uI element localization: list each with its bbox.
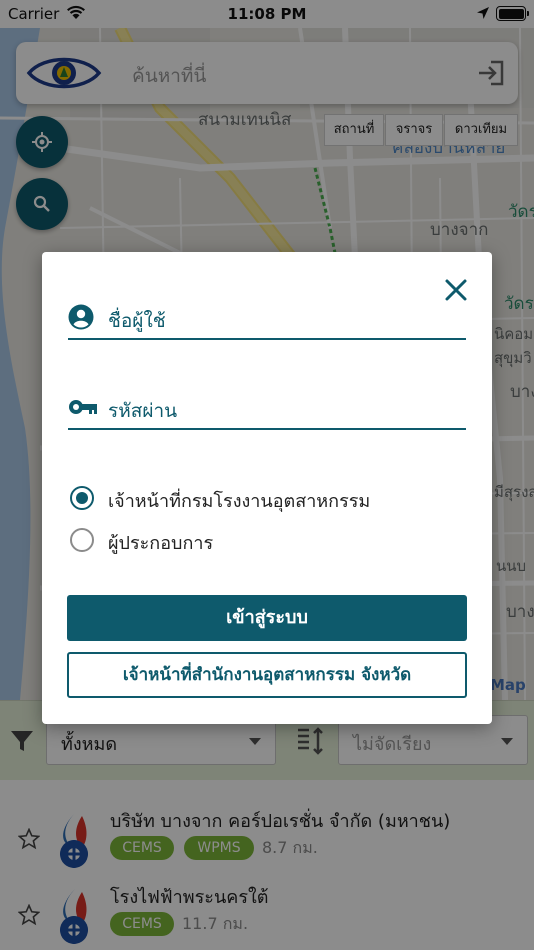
role-option-label: เจ้าหน้าที่กรมโรงงานอุตสาหกรรม	[108, 491, 371, 512]
login-button[interactable]: เข้าสู่ระบบ	[67, 595, 467, 641]
username-field[interactable]: ชื่อผู้ใช้	[68, 300, 466, 340]
password-label: รหัสผ่าน	[108, 400, 178, 422]
role-option-label: ผู้ประกอบการ	[108, 533, 214, 554]
login-dialog: ชื่อผู้ใช้ รหัสผ่าน เจ้าหน้าที่กรมโรงงาน…	[42, 252, 492, 724]
radio-button-checked[interactable]	[70, 486, 94, 510]
close-icon[interactable]	[444, 278, 468, 302]
radio-button[interactable]	[70, 528, 94, 552]
password-field[interactable]: รหัสผ่าน	[68, 390, 466, 430]
provincial-officer-button[interactable]: เจ้าหน้าที่สำนักงานอุตสาหกรรม จังหวัด	[67, 652, 467, 698]
username-label: ชื่อผู้ใช้	[108, 310, 166, 332]
user-icon	[68, 304, 94, 330]
key-icon	[69, 400, 97, 414]
